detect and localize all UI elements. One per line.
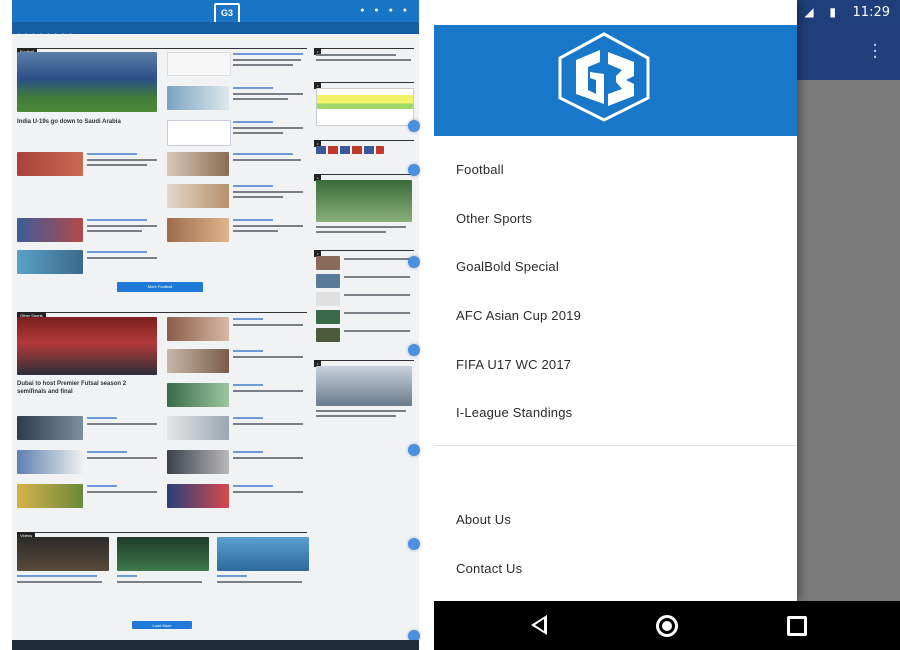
- drawer-header: [434, 25, 797, 136]
- chat-bubble-icon[interactable]: [408, 120, 420, 132]
- article-thumb[interactable]: [167, 120, 231, 146]
- section-title-other-sports: Other Sports: [17, 304, 307, 319]
- site-footer: •: [12, 640, 419, 650]
- article-thumb[interactable]: [17, 250, 83, 274]
- site-logo[interactable]: G3: [214, 3, 240, 24]
- feature-image-other-sports[interactable]: [17, 317, 157, 375]
- video-thumb[interactable]: [217, 537, 309, 571]
- article-thumb[interactable]: [167, 86, 229, 110]
- article-thumb[interactable]: [167, 450, 229, 474]
- drawer-item-goalbold-special[interactable]: GoalBold Special: [456, 259, 559, 274]
- recents-icon[interactable]: [787, 616, 807, 636]
- status-time: 11:29: [852, 5, 890, 20]
- more-football-button[interactable]: More Football: [117, 282, 203, 292]
- more-vert-icon[interactable]: · · ·: [872, 37, 878, 67]
- social-icons[interactable]: ● ● ● ●: [360, 7, 411, 14]
- article-thumb[interactable]: [17, 450, 83, 474]
- sidebar-widget-title: •: [314, 74, 414, 89]
- social-buttons[interactable]: [316, 146, 384, 154]
- drawer-item-contact-us[interactable]: Contact Us: [456, 561, 522, 576]
- drawer-item-fifa-u17[interactable]: FIFA U17 WC 2017: [456, 357, 571, 372]
- phone-screenshot: ✆ ⊖ ⏰ ▼ ◢ ◢ ▮ 11:29 ··· Football Other S…: [434, 0, 900, 650]
- sidebar-widget-title: •: [314, 40, 414, 55]
- section-title-football: Football: [17, 40, 307, 55]
- article-thumb[interactable]: [167, 317, 229, 341]
- article-thumb[interactable]: [167, 383, 229, 407]
- video-thumb[interactable]: [17, 537, 109, 571]
- sidebar-widget-title: •: [314, 352, 414, 367]
- article-thumb[interactable]: [316, 292, 340, 306]
- sidebar-widget-title: •: [314, 132, 414, 147]
- site-nav-menu[interactable]: ••••••••: [12, 22, 419, 36]
- sidebar-widget-title: •: [314, 166, 414, 181]
- article-thumb[interactable]: [316, 256, 340, 270]
- drawer-divider: [434, 445, 797, 446]
- drawer-item-ileague-standings[interactable]: I-League Standings: [456, 405, 572, 420]
- drawer-item-afc-asian-cup[interactable]: AFC Asian Cup 2019: [456, 308, 581, 323]
- desktop-website-screenshot: G3 ● ● ● ● •••••••• Football India U-19s…: [0, 0, 431, 650]
- article-thumb[interactable]: [167, 349, 229, 373]
- feature-headline-other-sports[interactable]: Dubai to host Premier Futsal season 2 se…: [17, 380, 157, 396]
- article-thumb[interactable]: [17, 152, 83, 176]
- article-thumb[interactable]: [316, 328, 340, 342]
- article-thumb[interactable]: [316, 274, 340, 288]
- home-icon-inner: [662, 621, 672, 631]
- article-thumb[interactable]: [17, 484, 83, 508]
- sidebar-image[interactable]: [316, 366, 412, 406]
- site-page: Football India U-19s go down to Saudi Ar…: [12, 34, 420, 642]
- article-thumb[interactable]: [167, 52, 231, 76]
- app-logo: [558, 32, 650, 122]
- chat-bubble-icon[interactable]: [408, 344, 420, 356]
- article-thumb[interactable]: [17, 416, 83, 440]
- section-title-videos: Videos: [17, 524, 307, 539]
- article-thumb[interactable]: [167, 416, 229, 440]
- article-thumb[interactable]: [167, 484, 229, 508]
- chat-bubble-icon[interactable]: [408, 164, 420, 176]
- standings-table: [316, 88, 414, 126]
- feature-image-football[interactable]: [17, 52, 157, 112]
- chat-bubble-icon[interactable]: [408, 444, 420, 456]
- video-thumb[interactable]: [117, 537, 209, 571]
- app-bar: · · ·: [797, 25, 900, 80]
- article-thumb[interactable]: [17, 218, 83, 242]
- load-more-button[interactable]: Load More: [132, 621, 192, 629]
- article-thumb[interactable]: [316, 310, 340, 324]
- drawer-item-about-us[interactable]: About Us: [456, 512, 511, 527]
- sidebar-image[interactable]: [316, 180, 412, 222]
- sidebar-widget-title: •: [314, 242, 414, 257]
- article-thumb[interactable]: [167, 152, 229, 176]
- site-header: G3 ● ● ● ●: [12, 0, 419, 24]
- chat-bubble-icon[interactable]: [408, 256, 420, 268]
- drawer-item-football[interactable]: Football: [456, 162, 504, 177]
- navigation-drawer: Football Other Sports GoalBold Special A…: [434, 0, 797, 601]
- android-nav-bar: [434, 601, 900, 650]
- drawer-item-other-sports[interactable]: Other Sports: [456, 211, 532, 226]
- back-icon-inner: [535, 619, 544, 631]
- article-thumb[interactable]: [167, 184, 229, 208]
- article-thumb[interactable]: [167, 218, 229, 242]
- chat-bubble-icon[interactable]: [408, 538, 420, 550]
- feature-headline-football[interactable]: India U-19s go down to Saudi Arabia: [17, 118, 157, 126]
